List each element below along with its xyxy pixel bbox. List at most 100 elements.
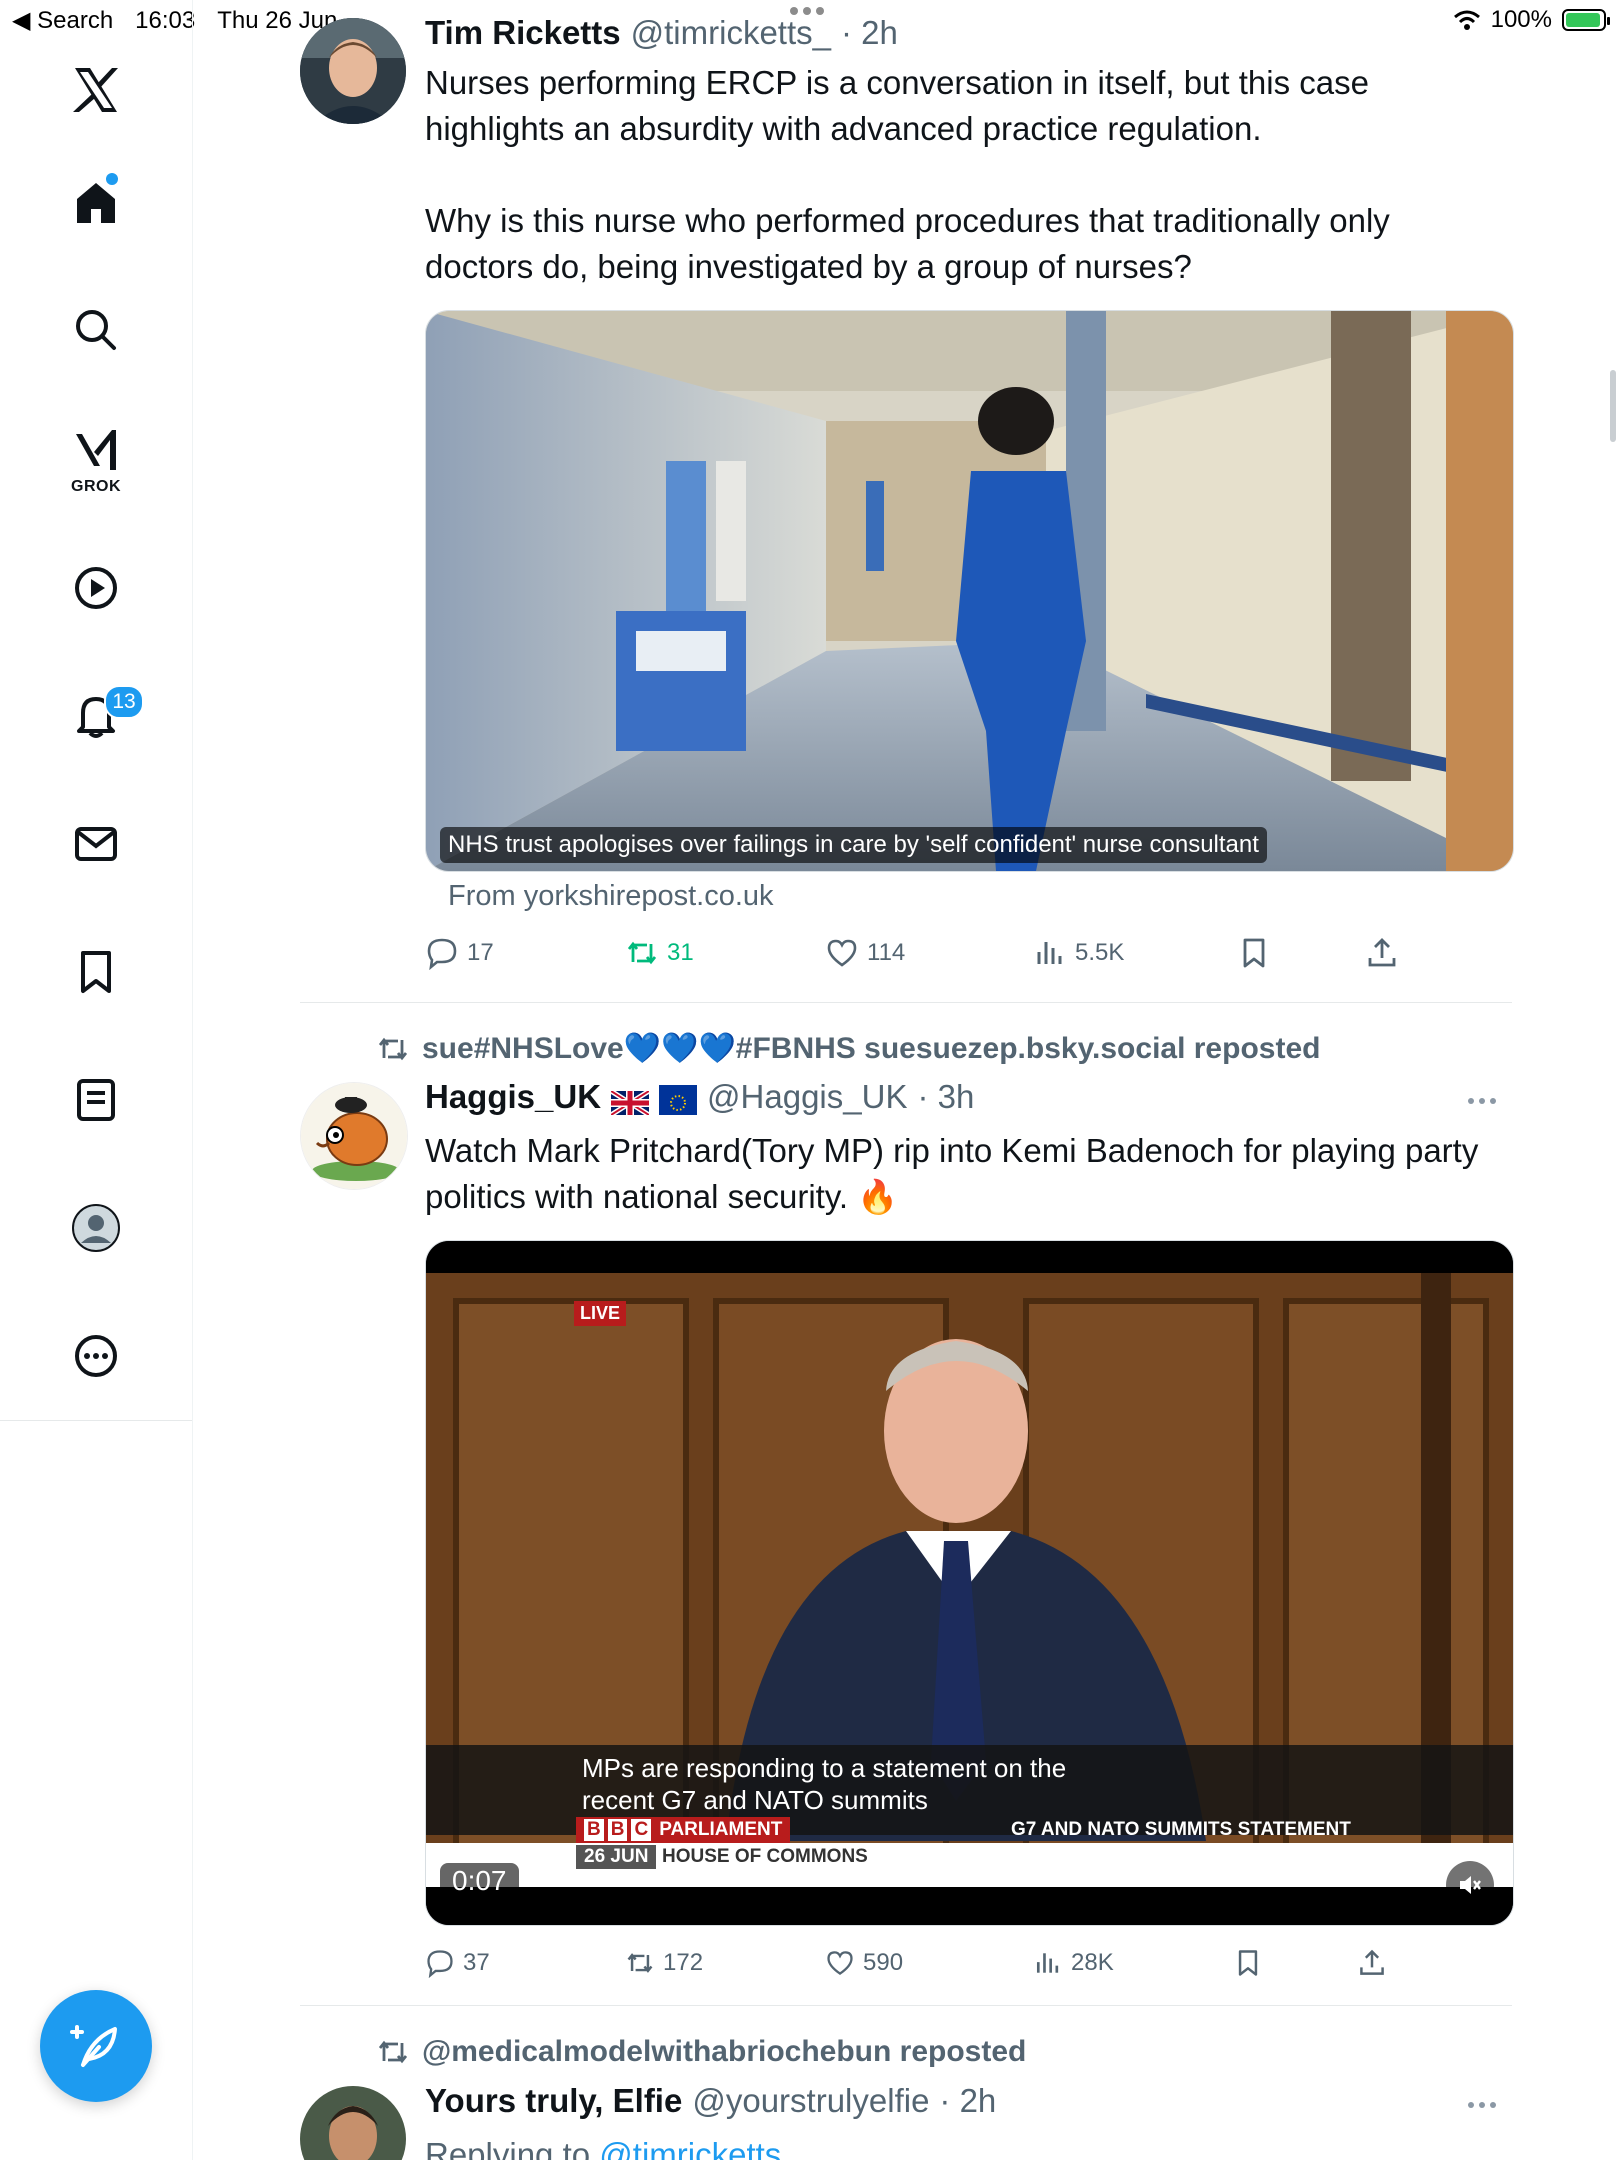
- tweet-text: Nurses performing ERCP is a conversation…: [425, 60, 1485, 290]
- eu-flag-icon: [659, 1085, 698, 1115]
- author-name[interactable]: Tim Ricketts: [425, 14, 621, 52]
- compose-feather-icon: [70, 2025, 117, 2067]
- avatar[interactable]: [300, 18, 406, 124]
- search-icon[interactable]: [66, 300, 126, 360]
- lists-icon[interactable]: [66, 1070, 126, 1130]
- author-name[interactable]: Yours truly, Elfie: [425, 2082, 682, 2120]
- more-icon[interactable]: [66, 1326, 126, 1386]
- live-tag: LIVE: [574, 1301, 627, 1326]
- views-icon: [1037, 942, 1062, 964]
- like-button[interactable]: 590: [825, 1948, 903, 1978]
- author-handle[interactable]: @yourstrulyelfie: [692, 2082, 929, 2120]
- repost-icon: [627, 941, 657, 965]
- repost-icon: [627, 1953, 653, 1973]
- tweet[interactable]: Haggis_UK @Haggis_UK · 3h Watch Mark Pri…: [300, 1078, 1514, 2028]
- reply-button[interactable]: 37: [425, 1948, 490, 1978]
- video-date: 26 JUN: [576, 1845, 657, 1869]
- post-time[interactable]: · 2h: [939, 2082, 996, 2120]
- heart-icon: [827, 1951, 853, 1975]
- views-button[interactable]: 5.5K: [1033, 936, 1124, 970]
- uk-flag-icon: [609, 1085, 651, 1118]
- tweet[interactable]: Yours truly, Elfie @yourstrulyelfie · 2h…: [300, 2082, 1512, 2160]
- repost-button[interactable]: 172: [625, 1948, 703, 1978]
- compose-post-button[interactable]: [40, 1990, 152, 2102]
- repost-count: 172: [663, 1949, 704, 1976]
- author-name[interactable]: Haggis_UK: [425, 1078, 601, 1116]
- repost-icon: [378, 1037, 408, 1060]
- reply-count: 37: [463, 1949, 490, 1976]
- profile-icon[interactable]: [66, 1198, 126, 1258]
- repost-button[interactable]: 31: [625, 936, 694, 970]
- like-count: 590: [863, 1949, 904, 1976]
- avatar[interactable]: [300, 1082, 408, 1190]
- bookmark-icon: [1243, 938, 1265, 968]
- link-source[interactable]: From yorkshirepost.co.uk: [448, 880, 774, 913]
- video-player[interactable]: LIVE MPs are responding to a statement o…: [425, 1240, 1514, 1926]
- bookmark-button[interactable]: [1233, 1948, 1263, 1978]
- messages-icon[interactable]: [66, 814, 126, 874]
- grok-label: GROK: [71, 478, 121, 495]
- post-time[interactable]: · 2h: [841, 14, 898, 52]
- tweet-text-paragraph: Why is this nurse who performed procedur…: [425, 202, 1390, 285]
- repost-attribution[interactable]: @medicalmodelwithabriochebun reposted: [376, 2035, 1026, 2069]
- reply-icon: [427, 938, 457, 970]
- link-card-image[interactable]: NHS trust apologises over failings in ca…: [425, 310, 1514, 872]
- tweet[interactable]: Tim Ricketts @timricketts_ · 2h Nurses p…: [300, 0, 1514, 1000]
- repost-attribution[interactable]: sue#NHSLove💙💙💙#FBNHS suesuezep.bsky.soci…: [376, 1031, 1320, 1066]
- notifications-badge: 13: [104, 685, 144, 719]
- author-handle[interactable]: @Haggis_UK: [707, 1078, 907, 1116]
- scrollbar[interactable]: [1610, 370, 1616, 442]
- sidebar: GROK 13: [0, 0, 193, 2160]
- bookmarks-icon[interactable]: [66, 942, 126, 1002]
- tweet-actions: 37 172 590 28K: [425, 1948, 1485, 1988]
- heart-icon: [827, 939, 857, 967]
- home-unread-dot: [106, 173, 118, 185]
- views-count: 28K: [1071, 1949, 1114, 1976]
- share-button[interactable]: [1357, 1948, 1387, 1978]
- reply-count: 17: [467, 939, 494, 966]
- video-location: HOUSE OF COMMONS: [662, 1846, 868, 1867]
- more-options-icon[interactable]: [1468, 1098, 1498, 1104]
- share-button[interactable]: [1365, 936, 1399, 970]
- channel-name: PARLIAMENT: [659, 1819, 783, 1840]
- x-logo-icon[interactable]: [66, 60, 126, 120]
- reply-icon: [427, 1950, 453, 1978]
- bookmark-button[interactable]: [1237, 936, 1271, 970]
- tweet-text-paragraph: Nurses performing ERCP is a conversation…: [425, 64, 1369, 147]
- muted-speaker-icon: [1460, 1876, 1481, 1894]
- repost-attribution-text: sue#NHSLove💙💙💙#FBNHS suesuezep.bsky.soci…: [422, 1032, 1321, 1065]
- repost-icon: [378, 2040, 408, 2064]
- bbc-letter: B: [584, 1819, 604, 1841]
- bbc-letter: C: [631, 1819, 652, 1841]
- grok-icon[interactable]: [66, 420, 126, 480]
- link-card-caption: NHS trust apologises over failings in ca…: [440, 827, 1267, 863]
- replying-to-handle[interactable]: @timricketts: [599, 2136, 781, 2160]
- avatar[interactable]: [300, 2086, 406, 2160]
- subtitle-line-2: recent G7 and NATO summits: [582, 1785, 928, 1815]
- bbc-parliament-logo: B B C PARLIAMENT: [576, 1817, 791, 1843]
- like-count: 114: [867, 939, 906, 966]
- tweet-divider: [300, 1002, 1512, 1003]
- repost-attribution-text: @medicalmodelwithabriochebun reposted: [422, 2035, 1027, 2068]
- sidebar-divider: [0, 1420, 192, 1421]
- video-strap: G7 AND NATO SUMMITS STATEMENT: [1011, 1819, 1351, 1840]
- video-duration: 0:07: [440, 1863, 519, 1899]
- reply-button[interactable]: 17: [425, 936, 494, 970]
- post-time[interactable]: · 3h: [917, 1078, 974, 1116]
- author-handle[interactable]: @timricketts_: [631, 14, 831, 52]
- share-icon: [1368, 938, 1396, 967]
- views-icon: [1036, 1953, 1059, 1973]
- replying-to-label: Replying to: [425, 2136, 591, 2160]
- video-icon[interactable]: [66, 558, 126, 618]
- share-icon: [1360, 1949, 1384, 1975]
- like-button[interactable]: 114: [825, 936, 905, 970]
- replying-to: Replying to @timricketts: [425, 2132, 1485, 2160]
- more-options-icon[interactable]: [1468, 2102, 1498, 2108]
- views-button[interactable]: 28K: [1033, 1948, 1114, 1978]
- tweet-actions: 17 31 114 5.5K: [425, 936, 1485, 976]
- tweet-divider: [300, 2005, 1512, 2006]
- bbc-letter: B: [607, 1819, 628, 1841]
- battery-icon: [1562, 9, 1610, 31]
- views-count: 5.5K: [1075, 939, 1125, 966]
- mute-button[interactable]: [1446, 1861, 1494, 1909]
